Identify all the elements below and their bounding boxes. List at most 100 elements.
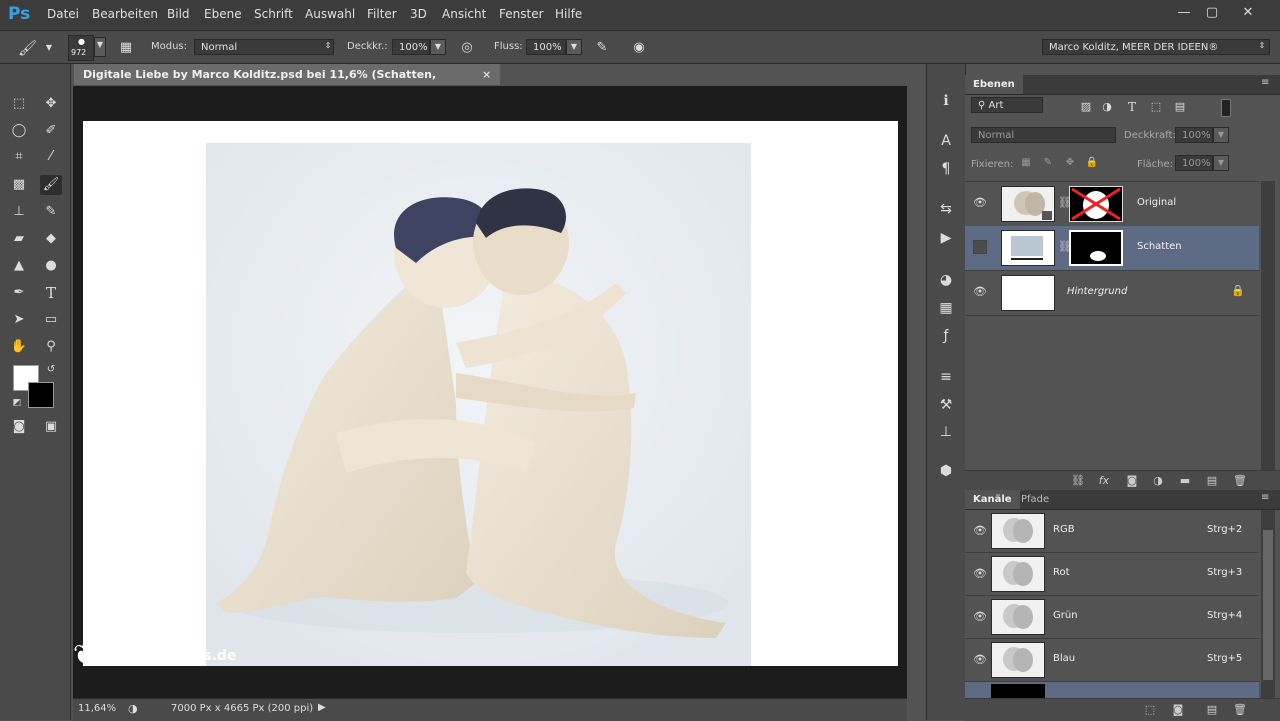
eraser-tool-icon[interactable]: ▰ <box>8 229 30 249</box>
marquee-tool-icon[interactable]: ⬚ <box>8 94 30 114</box>
flow-input[interactable]: 100% <box>526 39 566 55</box>
channel-row-blau[interactable]: 👁 Blau Strg+5 <box>965 639 1259 682</box>
eye-icon[interactable]: 👁 <box>973 610 987 624</box>
menu-ebene[interactable]: Ebene <box>204 7 242 21</box>
history-brush-icon[interactable]: ✎ <box>40 202 62 222</box>
flow-dropdown[interactable]: ▼ <box>566 39 582 55</box>
filter-shape-icon[interactable]: ⬚ <box>1147 98 1165 116</box>
path-selection-icon[interactable]: ➤ <box>8 310 30 330</box>
chevron-down-icon[interactable]: ▼ <box>40 39 58 57</box>
eye-icon[interactable]: 👁 <box>973 567 987 581</box>
layer-opacity-input[interactable]: 100% <box>1175 127 1213 143</box>
trash-icon[interactable]: 🗑 <box>1231 473 1249 489</box>
brush-presets-icon[interactable]: ⚒ <box>934 394 958 416</box>
filter-pixel-icon[interactable]: ▨ <box>1077 98 1095 116</box>
brush-preset-dropdown[interactable]: ▼ <box>94 37 106 57</box>
history-icon[interactable]: ⇆ <box>934 198 958 220</box>
document-info-icon[interactable]: ◑ <box>128 702 138 715</box>
channel-row-gruen[interactable]: 👁 Grün Strg+4 <box>965 596 1259 639</box>
status-menu-arrow-icon[interactable]: ▶ <box>318 702 326 713</box>
brush-tool-icon[interactable]: 🖌 <box>40 175 62 195</box>
swatches-icon[interactable]: ◕ <box>934 269 958 291</box>
blur-tool-icon[interactable]: ▲ <box>8 256 30 276</box>
new-layer-icon[interactable]: ▤ <box>1203 473 1221 489</box>
quick-mask-icon[interactable]: ◙ <box>8 417 30 437</box>
layer-filter-select[interactable]: ⚲ Art <box>971 97 1043 113</box>
canvas-area[interactable]: ❦ PSD-Tutorials.de <box>73 86 907 698</box>
brush-tool-icon[interactable]: 🖌 <box>18 39 37 57</box>
layer-row-schatten[interactable]: ⛓ Schatten <box>965 226 1259 271</box>
clone-source-icon[interactable]: ⊥ <box>934 421 958 443</box>
channel-row-rgb[interactable]: 👁 RGB Strg+2 <box>965 510 1259 553</box>
fill-input[interactable]: 100% <box>1175 155 1213 171</box>
filter-type-icon[interactable]: T <box>1123 98 1141 116</box>
workspace-select[interactable]: Marco Kolditz, MEER DER IDEEN® <box>1042 39 1270 55</box>
fill-dropdown[interactable]: ▼ <box>1213 155 1229 171</box>
opacity-dropdown[interactable]: ▼ <box>430 39 446 55</box>
new-channel-icon[interactable]: ▤ <box>1203 702 1221 718</box>
pen-tool-icon[interactable]: ✒ <box>8 283 30 303</box>
paragraph-icon[interactable]: ¶ <box>934 158 958 180</box>
zoom-level[interactable]: 11,64% <box>78 703 116 714</box>
eye-icon[interactable]: 👁 <box>973 285 987 299</box>
tab-kanaele[interactable]: Kanäle <box>965 490 1020 509</box>
type-tool-icon[interactable]: T <box>40 283 62 303</box>
fx-icon[interactable]: ƒ <box>934 325 958 347</box>
3d-icon[interactable]: ⬢ <box>934 460 958 482</box>
menu-auswahl[interactable]: Auswahl <box>305 7 355 21</box>
opacity-input[interactable]: 100% <box>392 39 430 55</box>
panel-menu-icon[interactable]: ≡ <box>1261 492 1269 503</box>
menu-filter[interactable]: Filter <box>367 7 397 21</box>
channel-row-rot[interactable]: 👁 Rot Strg+3 <box>965 553 1259 596</box>
healing-brush-icon[interactable]: ▩ <box>8 175 30 195</box>
lasso-tool-icon[interactable]: ◯ <box>8 121 30 141</box>
eye-icon[interactable]: 👁 <box>973 524 987 538</box>
menu-hilfe[interactable]: Hilfe <box>555 7 582 21</box>
airbrush-icon[interactable]: ✎ <box>593 39 611 57</box>
link-layers-icon[interactable]: ⛓ <box>1069 473 1087 489</box>
lock-all-icon[interactable]: 🔒 <box>1083 154 1101 172</box>
new-group-icon[interactable]: ▬ <box>1176 473 1194 489</box>
menu-bearbeiten[interactable]: Bearbeiten <box>92 7 158 21</box>
maximize-icon[interactable]: ▢ <box>1200 4 1224 22</box>
lock-image-icon[interactable]: ✎ <box>1039 154 1057 172</box>
layer-opacity-dropdown[interactable]: ▼ <box>1213 127 1229 143</box>
close-icon[interactable]: ✕ <box>1236 4 1260 22</box>
default-colors-icon[interactable]: ◩ <box>6 393 28 413</box>
scrollbar-thumb[interactable] <box>1263 530 1273 680</box>
document-tab[interactable]: Digitale Liebe by Marco Kolditz.psd bei … <box>74 64 500 102</box>
channel-row-mask-partial[interactable] <box>965 682 1259 698</box>
eye-icon[interactable]: 👁 <box>973 196 987 210</box>
pressure-opacity-icon[interactable]: ◎ <box>458 39 476 57</box>
load-selection-icon[interactable]: ⬚ <box>1141 702 1159 718</box>
mode-select[interactable]: Normal <box>194 39 334 55</box>
fx-icon[interactable]: fx <box>1095 473 1113 489</box>
paint-bucket-icon[interactable]: ◆ <box>40 229 62 249</box>
filter-smart-object-icon[interactable]: ▤ <box>1171 98 1189 116</box>
layer-row-hintergrund[interactable]: 👁 Hintergrund 🔒 <box>965 271 1259 316</box>
lock-position-icon[interactable]: ✥ <box>1061 154 1079 172</box>
hand-tool-icon[interactable]: ✋ <box>8 337 30 357</box>
pressure-size-icon[interactable]: ◉ <box>630 39 648 57</box>
layer-row-original[interactable]: 👁 ⛓ Original <box>965 181 1259 227</box>
tab-pfade[interactable]: Pfade <box>1013 490 1057 509</box>
menu-bild[interactable]: Bild <box>167 7 190 21</box>
eye-icon[interactable]: 👁 <box>973 653 987 667</box>
channels-scrollbar[interactable] <box>1261 510 1275 698</box>
adjustment-layer-icon[interactable]: ◑ <box>1149 473 1167 489</box>
filter-adjustment-icon[interactable]: ◑ <box>1098 98 1116 116</box>
trash-icon[interactable]: 🗑 <box>1231 702 1249 718</box>
minimize-icon[interactable]: — <box>1172 4 1196 22</box>
crop-tool-icon[interactable]: ⌗ <box>8 147 30 167</box>
adjustments-icon[interactable]: ≡ <box>934 366 958 388</box>
visibility-toggle-empty[interactable] <box>973 240 987 254</box>
layers-scrollbar[interactable] <box>1261 181 1275 471</box>
screen-mode-icon[interactable]: ▣ <box>40 417 62 437</box>
character-icon[interactable]: A <box>934 130 958 152</box>
save-selection-icon[interactable]: ◙ <box>1169 702 1187 718</box>
brush-panel-icon[interactable]: ▦ <box>117 39 135 57</box>
swap-colors-icon[interactable]: ↺ <box>40 360 62 380</box>
filter-toggle-switch[interactable] <box>1221 99 1231 117</box>
shape-tool-icon[interactable]: ▭ <box>40 310 62 330</box>
quick-selection-icon[interactable]: ✐ <box>40 121 62 141</box>
